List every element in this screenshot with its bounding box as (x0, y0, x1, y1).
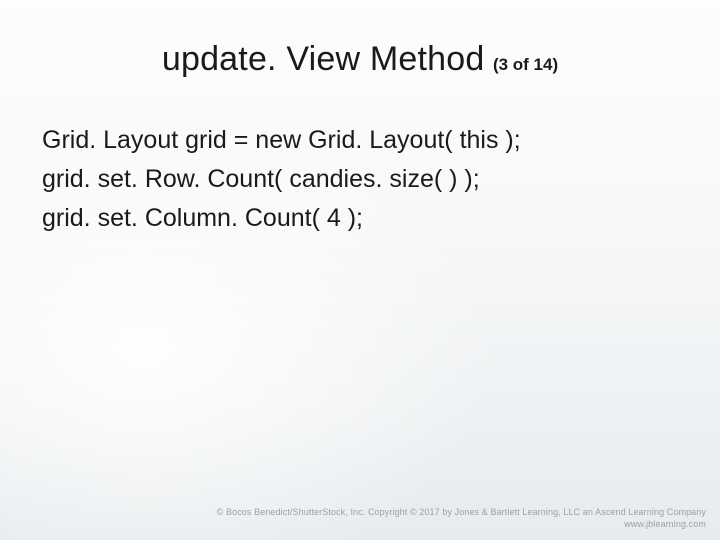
title-area: update. View Method (3 of 14) (40, 40, 680, 79)
code-line: Grid. Layout grid = new Grid. Layout( th… (42, 121, 680, 160)
code-line: grid. set. Row. Count( candies. size( ) … (42, 160, 680, 199)
footer: © Bocos Benedict/ShutterStock, Inc. Copy… (217, 506, 706, 530)
code-block: Grid. Layout grid = new Grid. Layout( th… (40, 121, 680, 237)
code-line: grid. set. Column. Count( 4 ); (42, 199, 680, 238)
footer-url: www.jblearning.com (217, 518, 706, 530)
slide: update. View Method (3 of 14) Grid. Layo… (0, 0, 720, 540)
slide-title: update. View Method (162, 40, 485, 78)
footer-copyright: © Bocos Benedict/ShutterStock, Inc. Copy… (217, 507, 706, 517)
slide-counter: (3 of 14) (493, 55, 558, 74)
